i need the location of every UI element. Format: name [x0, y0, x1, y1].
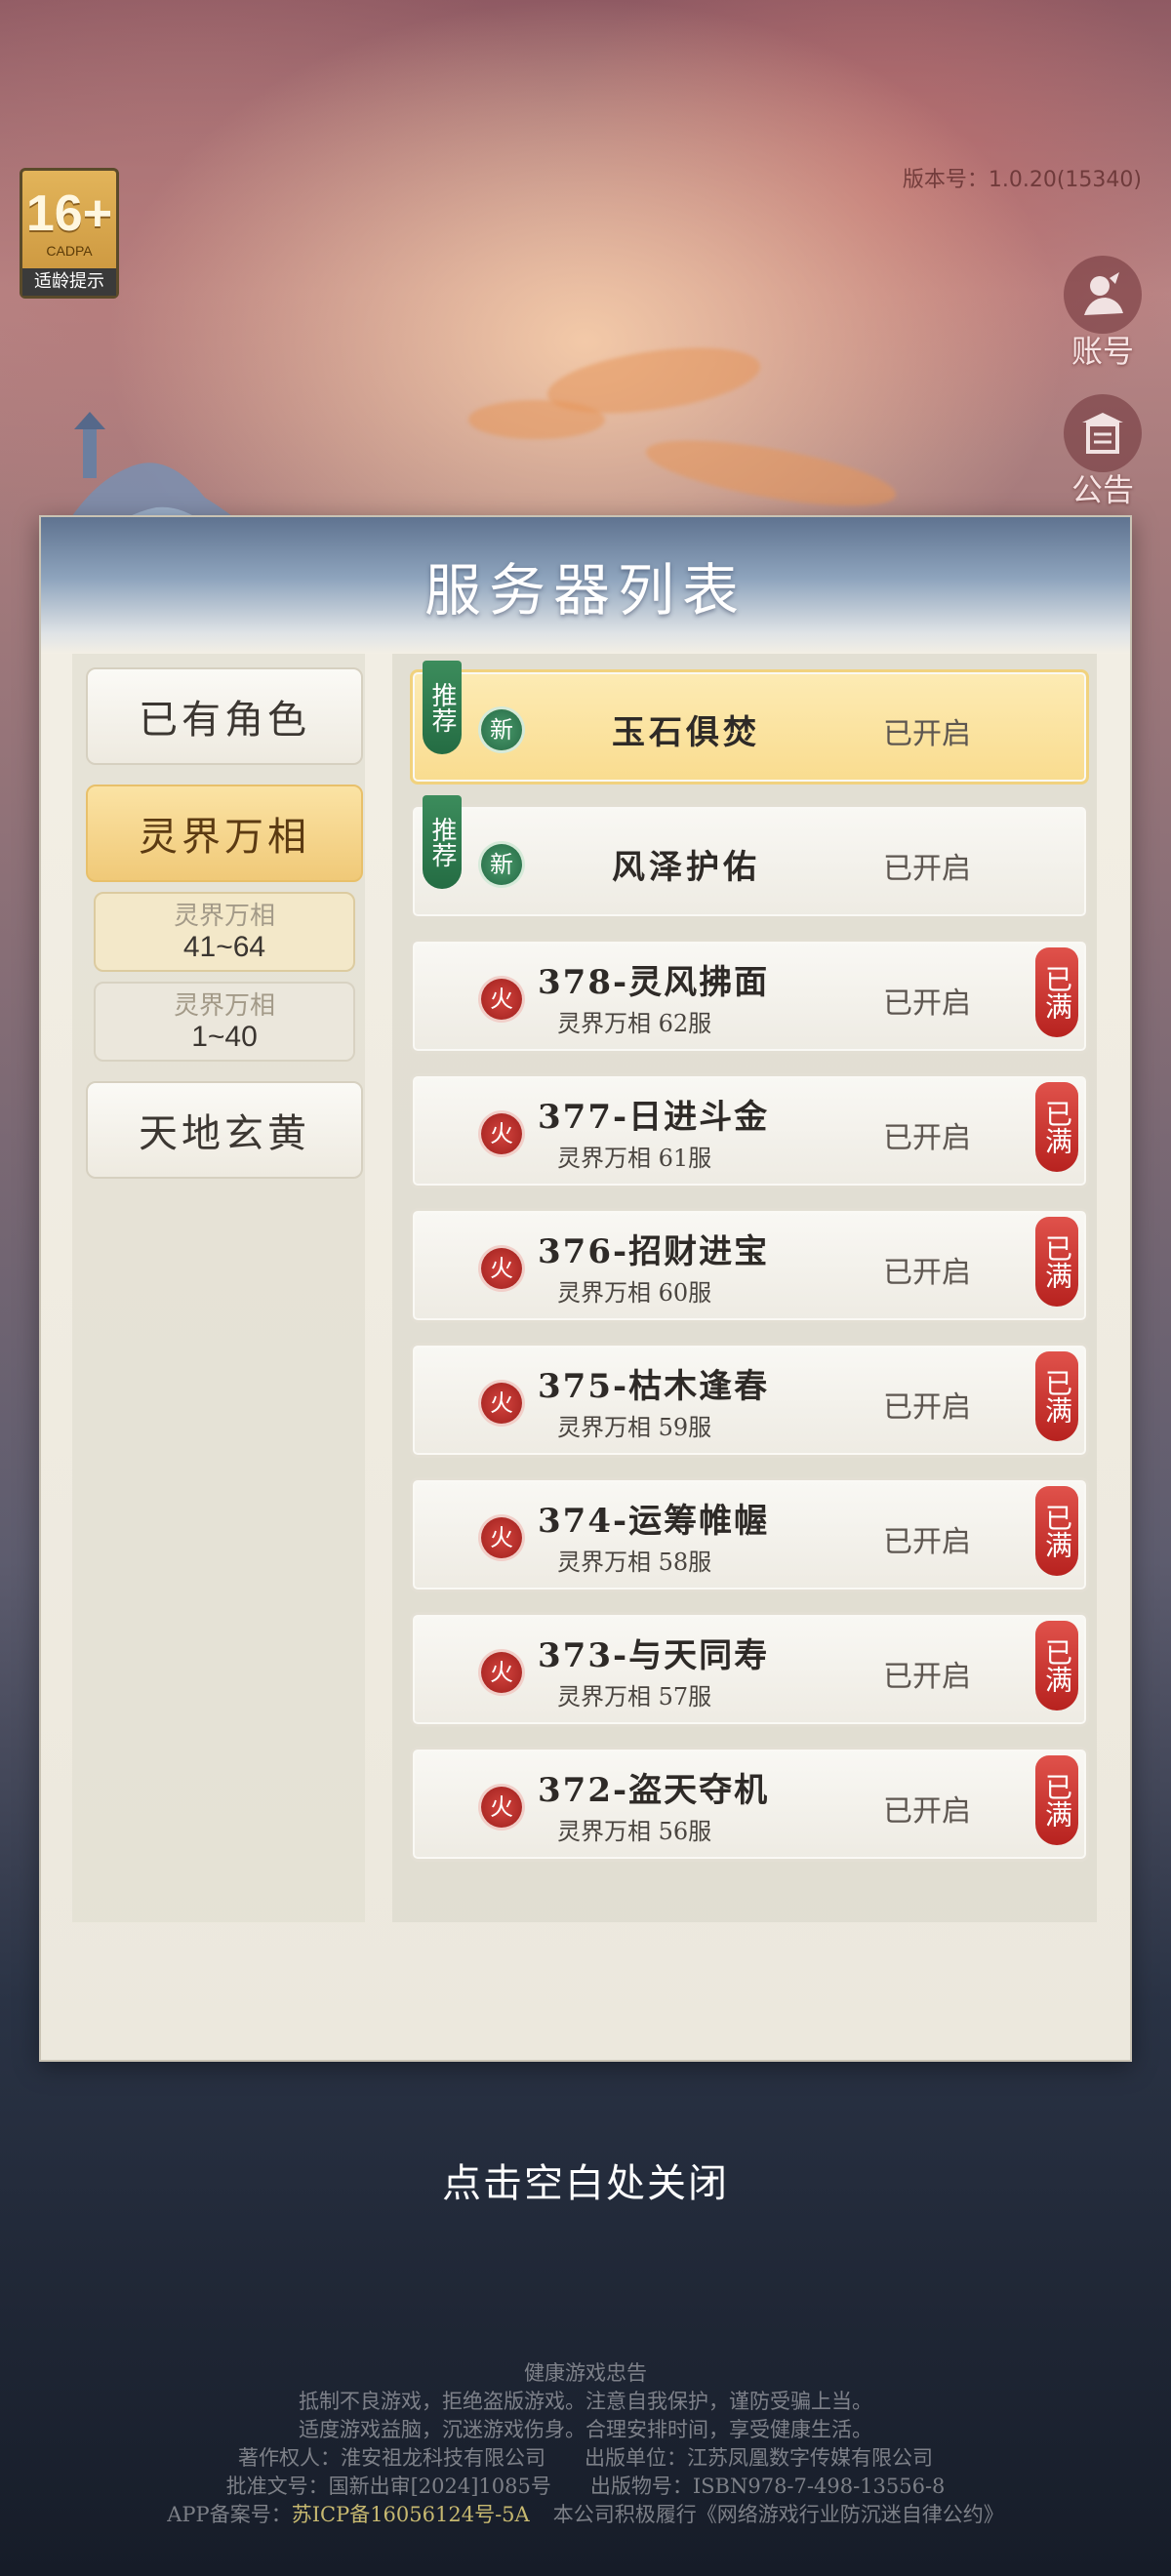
copyright-text: 著作权人：淮安祖龙科技有限公司: [238, 2446, 545, 2470]
server-subtitle: 灵界万相 56服: [557, 1818, 712, 1845]
server-row[interactable]: 火 373-与天同寿 灵界万相 57服 已开启 已满: [410, 1612, 1089, 1727]
server-subtitle: 灵界万相 60服: [557, 1279, 712, 1307]
health-advisory-footer: 健康游戏忠告 抵制不良游戏，拒绝盗版游戏。注意自我保护，谨防受骗上当。 适度游戏…: [0, 2359, 1171, 2529]
server-row[interactable]: 火 372-盗天夺机 灵界万相 56服 已开启 已满: [410, 1747, 1089, 1862]
hot-badge-icon: 火: [481, 1652, 522, 1693]
server-subtitle: 灵界万相 62服: [557, 1010, 712, 1037]
account-icon: [1064, 256, 1142, 334]
version-text: 版本号：1.0.20(15340): [902, 168, 1142, 192]
footer-line: 抵制不良游戏，拒绝盗版游戏。注意自我保护，谨防受骗上当。: [299, 2390, 872, 2413]
sub-range-41-64[interactable]: 灵界万相 41~64: [94, 892, 355, 972]
category-existing-roles[interactable]: 已有角色: [86, 667, 363, 765]
sub-range-value: 1~40: [191, 1021, 258, 1053]
full-tag: 已满: [1035, 1082, 1078, 1172]
server-list-panel: 服务器列表 已有角色 灵界万相 灵界万相 41~64 灵界万相 1~40 天地玄…: [39, 515, 1132, 2062]
account-button[interactable]: 账号: [1064, 256, 1142, 369]
server-row[interactable]: 火 374-运筹帷幄 灵界万相 58服 已开启 已满: [410, 1477, 1089, 1592]
hot-badge-icon: 火: [481, 979, 522, 1020]
server-status: 已开启: [883, 1660, 971, 1694]
server-subtitle: 灵界万相 59服: [557, 1414, 712, 1441]
server-name: 373-与天同寿: [538, 1636, 770, 1675]
notice-button[interactable]: 公告: [1064, 394, 1142, 507]
age-rating-tip: 适龄提示: [22, 268, 116, 296]
server-name: 372-盗天夺机: [538, 1771, 770, 1810]
footer-line: 著作权人：淮安祖龙科技有限公司 出版单位：江苏凤凰数字传媒有限公司: [0, 2444, 1171, 2473]
sub-range-value: 41~64: [182, 931, 266, 963]
new-badge-icon: 新: [481, 844, 522, 885]
footer-line: 批准文号：国新出审[2024]1085号 出版物号：ISBN978-7-498-1…: [0, 2473, 1171, 2501]
server-name: 玉石俱焚: [612, 713, 760, 752]
server-row[interactable]: 火 375-枯木逢春 灵界万相 59服 已开启 已满: [410, 1343, 1089, 1458]
server-name: 风泽护佑: [612, 848, 760, 887]
server-status: 已开启: [883, 1525, 971, 1559]
icp-link[interactable]: 苏ICP备16056124号-5A: [292, 2503, 530, 2526]
footer-line: 适度游戏益脑，沉迷游戏伤身。合理安排时间，享受健康生活。: [299, 2418, 872, 2441]
panel-title: 服务器列表: [424, 557, 747, 624]
server-status: 已开启: [883, 852, 971, 886]
sub-range-title: 灵界万相: [173, 991, 275, 1021]
recommend-tag: 推荐: [423, 661, 462, 754]
approval-text: 批准文号：国新出审[2024]1085号: [225, 2475, 551, 2498]
footer-title: 健康游戏忠告: [524, 2361, 647, 2385]
server-status: 已开启: [883, 1256, 971, 1290]
full-tag: 已满: [1035, 1217, 1078, 1307]
background-decoration: [468, 400, 605, 439]
age-rating-org: CADPA: [46, 243, 93, 259]
server-subtitle: 灵界万相 58服: [557, 1549, 712, 1576]
hot-badge-icon: 火: [481, 1787, 522, 1828]
sub-range-title: 灵界万相: [173, 902, 275, 931]
new-badge-icon: 新: [481, 709, 522, 750]
close-hint[interactable]: 点击空白处关闭: [0, 2152, 1171, 2208]
full-tag: 已满: [1035, 1486, 1078, 1576]
hot-badge-icon: 火: [481, 1517, 522, 1558]
full-tag: 已满: [1035, 1351, 1078, 1441]
account-label: 账号: [1070, 333, 1134, 370]
sub-range-1-40[interactable]: 灵界万相 1~40: [94, 982, 355, 1062]
pledge-text: 本公司积极履行《网络游戏行业防沉迷自律公约》: [552, 2503, 1004, 2526]
server-row[interactable]: 推荐 新 风泽护佑 已开启: [410, 795, 1089, 919]
footer-line: APP备案号：苏ICP备16056124号-5A 本公司积极履行《网络游戏行业防沉…: [0, 2501, 1171, 2529]
server-status: 已开启: [883, 1794, 971, 1829]
server-name: 374-运筹帷幄: [538, 1502, 770, 1541]
server-row[interactable]: 推荐 新 玉石俱焚 已开启: [410, 661, 1089, 785]
recommend-tag: 推荐: [423, 795, 462, 889]
server-subtitle: 灵界万相 61服: [557, 1145, 712, 1172]
full-tag: 已满: [1035, 1755, 1078, 1845]
server-row[interactable]: 火 378-灵风拂面 灵界万相 62服 已开启 已满: [410, 939, 1089, 1054]
server-status: 已开启: [883, 717, 971, 751]
icp-label: APP备案号：: [167, 2503, 292, 2526]
isbn-text: 出版物号：ISBN978-7-498-13556-8: [589, 2475, 946, 2498]
server-subtitle: 灵界万相 57服: [557, 1683, 712, 1711]
server-name: 377-日进斗金: [538, 1098, 770, 1137]
category-tiandi-xuanhuang[interactable]: 天地玄黄: [86, 1081, 363, 1179]
server-status: 已开启: [883, 1121, 971, 1155]
server-row[interactable]: 火 377-日进斗金 灵界万相 61服 已开启 已满: [410, 1073, 1089, 1188]
server-name: 378-灵风拂面: [538, 963, 770, 1002]
server-name: 376-招财进宝: [538, 1232, 770, 1271]
full-tag: 已满: [1035, 1621, 1078, 1711]
full-tag: 已满: [1035, 947, 1078, 1037]
age-rating-badge[interactable]: 16+ CADPA 适龄提示: [20, 168, 119, 299]
category-lingjie-wanxiang[interactable]: 灵界万相: [86, 785, 363, 882]
server-status: 已开启: [883, 986, 971, 1021]
server-row[interactable]: 火 376-招财进宝 灵界万相 60服 已开启 已满: [410, 1208, 1089, 1323]
server-status: 已开启: [883, 1390, 971, 1425]
publisher-text: 出版单位：江苏凤凰数字传媒有限公司: [585, 2446, 933, 2470]
hot-badge-icon: 火: [481, 1248, 522, 1289]
server-name: 375-枯木逢春: [538, 1367, 770, 1406]
age-rating-label: 16+: [25, 185, 113, 242]
hot-badge-icon: 火: [481, 1383, 522, 1424]
notice-icon: [1064, 394, 1142, 472]
notice-label: 公告: [1070, 471, 1134, 508]
hot-badge-icon: 火: [481, 1113, 522, 1154]
